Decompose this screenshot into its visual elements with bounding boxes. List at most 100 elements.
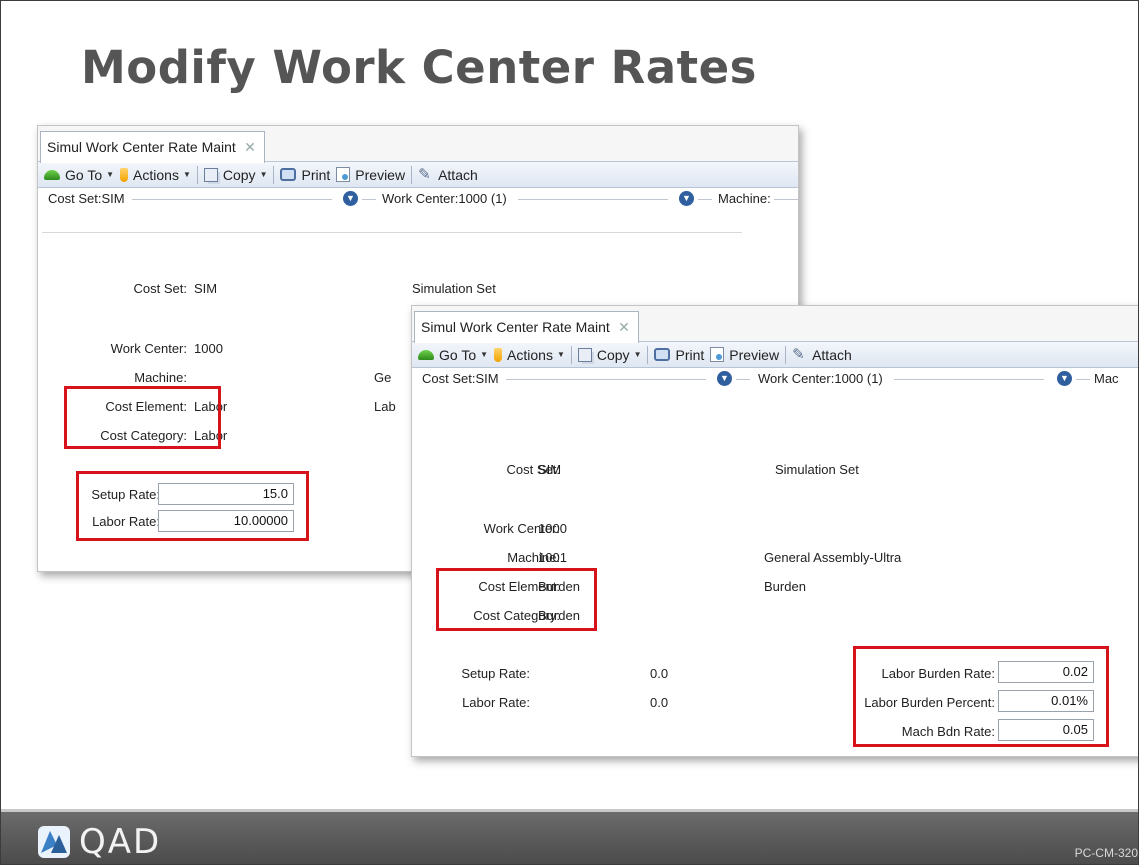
toolbar: Go To ▼ Actions ▼ Copy ▼ Print Preview ✎ Att… — [38, 162, 798, 188]
header-divider — [774, 199, 798, 200]
caret-down-icon: ▼ — [556, 350, 565, 359]
goto-icon — [418, 349, 434, 360]
close-icon[interactable]: ✕ — [618, 312, 630, 342]
header-divider — [518, 199, 668, 200]
lightbulb-icon — [120, 167, 129, 182]
chevron-down-icon[interactable]: ▼ — [1057, 371, 1072, 386]
cost-set-label: Cost Set: — [133, 281, 187, 296]
print-button[interactable]: Print — [654, 347, 704, 363]
machine-description-partial: Ge — [374, 370, 392, 385]
preview-label: Preview — [355, 166, 406, 183]
goto-icon — [44, 169, 60, 180]
tab-simul-work-center-rate-maint[interactable]: Simul Work Center Rate Maint ✕ — [414, 311, 639, 343]
printer-icon — [654, 348, 671, 361]
copy-button[interactable]: Copy ▼ — [577, 346, 642, 363]
machine-label: Machine: — [134, 370, 187, 385]
chevron-down-icon[interactable]: ▼ — [343, 191, 358, 206]
preview-icon — [336, 167, 351, 182]
preview-button[interactable]: Preview — [336, 167, 405, 183]
logo-mark-icon — [38, 826, 70, 858]
print-button[interactable]: Print — [280, 167, 330, 183]
record-header: Cost Set:SIM ▼ Work Center:1000 (1) ▼ Ma… — [38, 188, 798, 210]
header-machine: Mac — [1094, 371, 1119, 386]
machine-description: General Assembly-Ultra — [764, 550, 902, 565]
slide-title: Modify Work Center Rates — [81, 41, 757, 94]
lightbulb-icon — [494, 347, 503, 362]
slide-code: PC-CM-320 — [1074, 846, 1138, 860]
toolbar-separator — [411, 165, 413, 184]
paperclip-icon: ✎ — [418, 166, 431, 183]
header-machine: Machine: — [718, 191, 771, 206]
copy-label: Copy — [596, 346, 630, 363]
toolbar-separator — [647, 345, 649, 364]
footer: QAD PC-CM-320 — [1, 809, 1138, 864]
header-divider — [1076, 379, 1090, 380]
cost-element-description-partial: Lab — [374, 399, 396, 414]
work-center-value: 1000 — [538, 521, 567, 536]
highlight-burden-rates — [853, 646, 1109, 747]
header-divider — [894, 379, 1044, 380]
attach-button[interactable]: ✎ Attach — [418, 167, 478, 183]
cost-set-value: SIM — [194, 281, 218, 296]
caret-down-icon: ▼ — [106, 170, 115, 179]
toolbar-separator — [570, 345, 572, 364]
record-header: Cost Set:SIM ▼ Work Center:1000 (1) ▼ Ma… — [412, 368, 1138, 390]
labor-rate-label: Labor Rate: — [462, 695, 530, 710]
goto-button[interactable]: Go To ▼ — [44, 167, 114, 183]
goto-label: Go To — [65, 166, 103, 183]
tab-title: Simul Work Center Rate Maint — [421, 319, 610, 335]
copy-icon — [577, 347, 592, 362]
tab-strip: Simul Work Center Rate Maint ✕ — [412, 306, 1138, 343]
preview-label: Preview — [729, 346, 780, 363]
printer-icon — [280, 168, 297, 181]
machine-value: 1001 — [538, 550, 567, 565]
actions-label: Actions — [133, 166, 179, 183]
attach-button[interactable]: ✎ Attach — [792, 347, 852, 363]
setup-rate-label: Setup Rate: — [461, 666, 530, 681]
work-center-label: Work Center: — [110, 341, 187, 356]
goto-button[interactable]: Go To ▼ — [418, 347, 488, 363]
header-divider — [362, 199, 376, 200]
labor-rate-value: 0.0 — [650, 695, 669, 710]
header-divider — [132, 199, 332, 200]
tab-simul-work-center-rate-maint[interactable]: Simul Work Center Rate Maint ✕ — [40, 131, 265, 163]
divider — [42, 232, 742, 233]
logo-text: QAD — [79, 822, 162, 862]
toolbar-separator — [785, 345, 787, 364]
actions-label: Actions — [507, 346, 553, 363]
chevron-down-icon[interactable]: ▼ — [679, 191, 694, 206]
caret-down-icon: ▼ — [182, 170, 191, 179]
setup-rate-value: 0.0 — [650, 666, 669, 681]
caret-down-icon: ▼ — [633, 350, 642, 359]
actions-button[interactable]: Actions ▼ — [120, 167, 191, 183]
highlight-rates — [76, 471, 309, 541]
header-divider — [698, 199, 712, 200]
copy-icon — [203, 167, 218, 182]
cost-set-value: SIM — [538, 462, 562, 477]
toolbar-separator — [196, 165, 198, 184]
tab-strip: Simul Work Center Rate Maint ✕ — [38, 126, 798, 163]
header-work-center: Work Center:1000 (1) — [382, 191, 507, 206]
print-label: Print — [675, 346, 705, 363]
paperclip-icon: ✎ — [792, 346, 805, 363]
chevron-down-icon[interactable]: ▼ — [717, 371, 732, 386]
caret-down-icon: ▼ — [480, 350, 489, 359]
goto-label: Go To — [439, 346, 477, 363]
header-divider — [506, 379, 706, 380]
preview-button[interactable]: Preview — [710, 347, 779, 363]
header-divider — [736, 379, 750, 380]
actions-button[interactable]: Actions ▼ — [494, 347, 565, 363]
close-icon[interactable]: ✕ — [244, 132, 256, 162]
work-center-value: 1000 — [194, 341, 223, 356]
caret-down-icon: ▼ — [259, 170, 268, 179]
logo: QAD — [37, 822, 161, 862]
preview-icon — [710, 347, 725, 362]
header-cost-set: Cost Set:SIM — [48, 191, 125, 206]
tab-title: Simul Work Center Rate Maint — [47, 139, 236, 155]
copy-button[interactable]: Copy ▼ — [203, 167, 268, 183]
toolbar: Go To ▼ Actions ▼ Copy ▼ Print Preview ✎ Att… — [412, 342, 1138, 368]
attach-label: Attach — [438, 166, 478, 183]
attach-label: Attach — [812, 346, 852, 363]
header-cost-set: Cost Set:SIM — [422, 371, 499, 386]
header-work-center: Work Center:1000 (1) — [758, 371, 883, 386]
